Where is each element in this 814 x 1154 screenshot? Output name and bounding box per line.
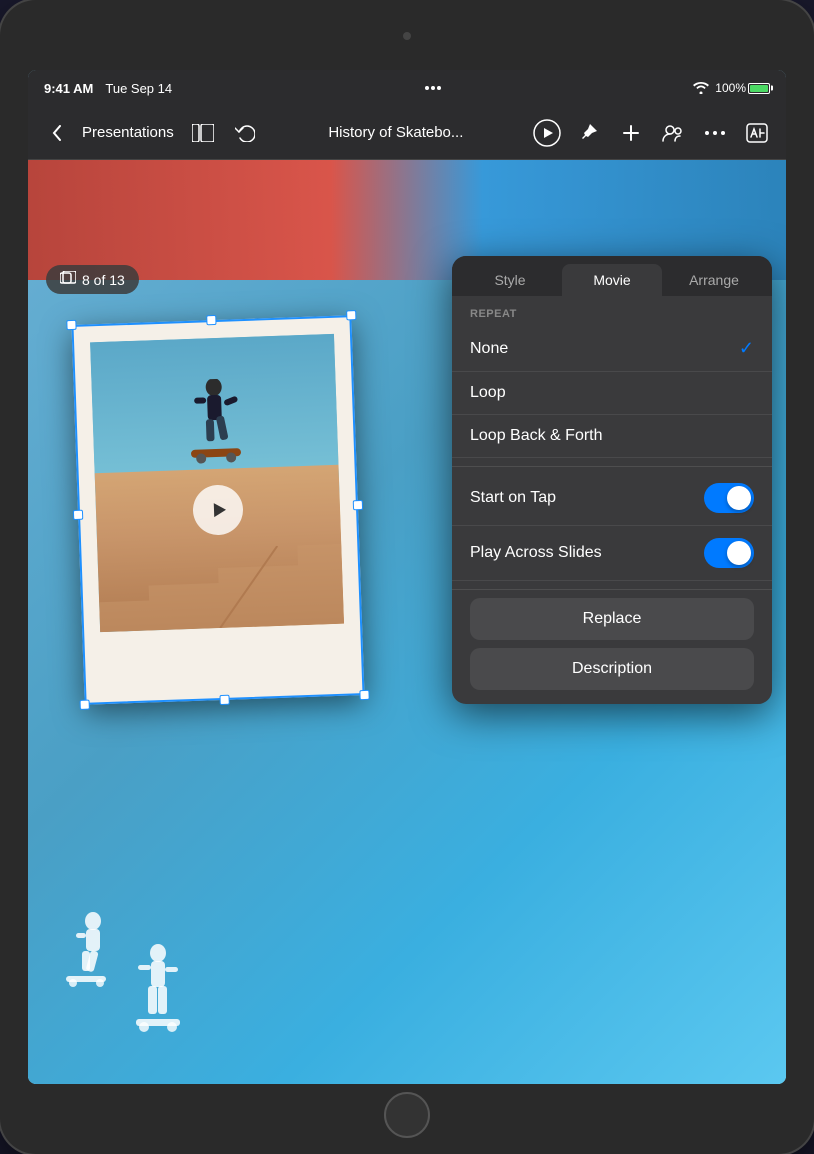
- navigator-toggle[interactable]: [186, 116, 220, 150]
- video-content: [90, 334, 344, 632]
- handle-mr[interactable]: [353, 500, 363, 510]
- repeat-loop-back-label: Loop Back & Forth: [470, 427, 603, 445]
- handle-tm[interactable]: [206, 315, 216, 325]
- video-object[interactable]: [71, 315, 364, 705]
- format-panel: Style Movie Arrange REPEAT None ✓ Loop: [452, 256, 772, 704]
- add-button[interactable]: [614, 116, 648, 150]
- repeat-loop-back-option[interactable]: Loop Back & Forth: [452, 415, 772, 458]
- ipad-frame: 9:41 AM Tue Sep 14 100%: [0, 0, 814, 1154]
- separator-2: [452, 589, 772, 590]
- slide-counter[interactable]: 8 of 13: [46, 265, 139, 294]
- status-date: Tue Sep 14: [105, 81, 172, 96]
- collaborate-button[interactable]: [656, 116, 690, 150]
- handle-br[interactable]: [359, 690, 369, 700]
- stairs-detail: [97, 544, 344, 632]
- document-title: History of Skatebo...: [270, 124, 522, 141]
- handle-bm[interactable]: [219, 695, 229, 705]
- repeat-loop-label: Loop: [470, 384, 506, 402]
- toggle-knob-1: [727, 486, 751, 510]
- handle-ml[interactable]: [73, 510, 83, 520]
- tab-style[interactable]: Style: [460, 264, 560, 296]
- handle-tl[interactable]: [66, 320, 76, 330]
- repeat-none-option[interactable]: None ✓: [452, 326, 772, 372]
- toolbar: Presentations History of Skatebo...: [28, 106, 786, 160]
- start-on-tap-toggle[interactable]: [704, 483, 754, 513]
- format-button[interactable]: [740, 116, 774, 150]
- more-options-button[interactable]: [698, 116, 732, 150]
- home-button[interactable]: [384, 1092, 430, 1138]
- start-on-tap-label: Start on Tap: [470, 489, 556, 507]
- repeat-none-label: None: [470, 340, 508, 358]
- camera-dot: [403, 32, 411, 40]
- repeat-label: REPEAT: [452, 296, 772, 326]
- repeat-none-check: ✓: [739, 338, 754, 359]
- tab-movie[interactable]: Movie: [562, 264, 662, 296]
- status-bar: 9:41 AM Tue Sep 14 100%: [28, 70, 786, 106]
- repeat-loop-option[interactable]: Loop: [452, 372, 772, 415]
- slides-icon: [60, 271, 76, 288]
- description-button[interactable]: Description: [470, 648, 754, 690]
- panel-content: REPEAT None ✓ Loop Loop Back & Forth: [452, 296, 772, 690]
- video-thumbnail: [90, 334, 344, 632]
- presentations-link[interactable]: Presentations: [82, 124, 174, 141]
- wifi-icon: [693, 82, 709, 94]
- battery-percent: 100%: [715, 81, 746, 95]
- play-across-slides-row: Play Across Slides: [452, 526, 772, 581]
- skater-silhouette-1: [58, 911, 128, 1004]
- canvas-area[interactable]: 8 of 13: [28, 160, 786, 1084]
- skater-figure: [178, 377, 251, 469]
- start-on-tap-row: Start on Tap: [452, 471, 772, 526]
- status-time: 9:41 AM: [44, 81, 93, 96]
- undo-button[interactable]: [228, 116, 262, 150]
- replace-button[interactable]: Replace: [470, 598, 754, 640]
- handle-tr[interactable]: [346, 310, 356, 320]
- tab-arrange[interactable]: Arrange: [664, 264, 764, 296]
- toggle-knob-2: [727, 541, 751, 565]
- status-left: 9:41 AM Tue Sep 14: [44, 81, 172, 96]
- play-across-slides-toggle[interactable]: [704, 538, 754, 568]
- play-across-slides-label: Play Across Slides: [470, 544, 602, 562]
- status-dots: [425, 86, 441, 90]
- separator-1: [452, 466, 772, 467]
- handle-bl[interactable]: [80, 700, 90, 710]
- slide-counter-text: 8 of 13: [82, 272, 125, 288]
- battery-indicator: 100%: [715, 81, 770, 95]
- panel-tabs: Style Movie Arrange: [452, 256, 772, 296]
- status-right: 100%: [693, 81, 770, 95]
- ipad-screen: 9:41 AM Tue Sep 14 100%: [28, 70, 786, 1084]
- back-button[interactable]: [40, 116, 74, 150]
- skater-silhouette-2: [128, 943, 188, 1054]
- pin-button[interactable]: [572, 116, 606, 150]
- play-button[interactable]: [530, 116, 564, 150]
- play-icon: [208, 500, 229, 521]
